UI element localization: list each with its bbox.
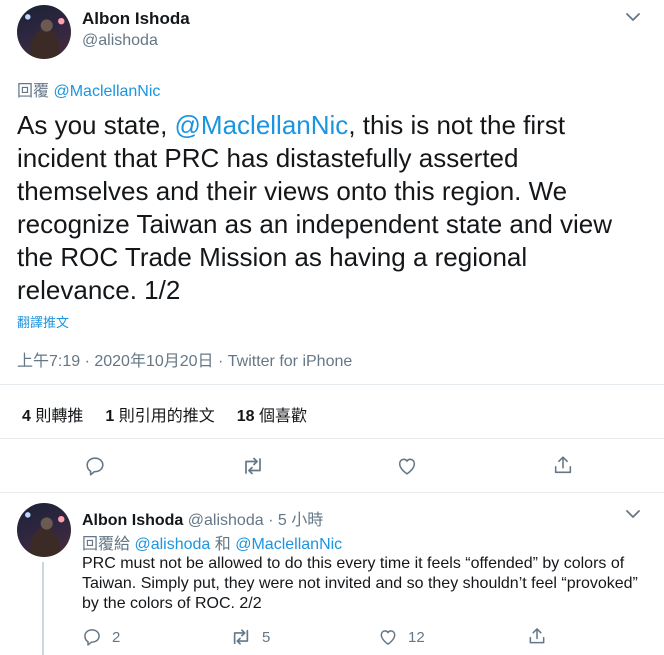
tweet-stats: 4 則轉推 1 則引用的推文 18 個喜歡 bbox=[22, 402, 307, 426]
tweet-text-start: As you state, bbox=[17, 110, 175, 140]
share-icon[interactable] bbox=[552, 454, 574, 476]
retweets-label: 則轉推 bbox=[35, 408, 84, 425]
main-avatar[interactable] bbox=[17, 5, 71, 59]
quotes-count: 1 bbox=[105, 408, 115, 425]
divider bbox=[0, 384, 664, 385]
chevron-down-icon[interactable] bbox=[624, 10, 642, 24]
likes-count: 12 bbox=[408, 628, 425, 646]
retweet-icon bbox=[230, 627, 252, 647]
chevron-down-icon[interactable] bbox=[624, 507, 642, 521]
mention-link[interactable]: @MaclellanNic bbox=[175, 110, 349, 140]
quotes-stat[interactable]: 1 則引用的推文 bbox=[105, 402, 214, 426]
reply-context: 回覆 @MaclellanNic bbox=[17, 77, 160, 101]
reply-conj: 和 bbox=[214, 536, 231, 553]
dot-separator: · bbox=[268, 512, 274, 529]
likes-stat[interactable]: 18 個喜歡 bbox=[237, 402, 307, 426]
reply-text: PRC must not be allowed to do this every… bbox=[82, 555, 638, 612]
divider bbox=[0, 492, 664, 493]
main-author-name[interactable]: Albon Ishoda bbox=[82, 9, 190, 29]
likes-count: 18 bbox=[236, 408, 255, 425]
tweet-text: As you state, @MaclellanNic, this is not… bbox=[17, 109, 647, 307]
reply-to-link[interactable]: @MaclellanNic bbox=[235, 536, 342, 553]
reply-header: Albon Ishoda @alishoda · 5 小時 bbox=[82, 506, 323, 530]
divider bbox=[0, 438, 664, 439]
reply-time[interactable]: 5 小時 bbox=[278, 512, 323, 529]
reply-to-link[interactable]: @alishoda bbox=[134, 536, 210, 553]
replies-count: 2 bbox=[112, 628, 121, 646]
main-author-handle[interactable]: @alishoda bbox=[82, 32, 158, 50]
reply-avatar[interactable] bbox=[17, 503, 71, 557]
share-icon[interactable] bbox=[527, 626, 547, 646]
like-action[interactable]: 12 bbox=[378, 627, 425, 647]
reply-prefix: 回覆 bbox=[17, 83, 50, 100]
like-icon[interactable] bbox=[396, 455, 418, 477]
reply-icon bbox=[82, 627, 102, 647]
reply-prefix: 回覆給 bbox=[82, 536, 131, 553]
reply-author-handle[interactable]: @alishoda bbox=[188, 512, 264, 529]
retweet-action[interactable]: 5 bbox=[230, 627, 270, 647]
reply-context: 回覆給 @alishoda 和 @MaclellanNic bbox=[82, 530, 342, 554]
reply-to-link[interactable]: @MaclellanNic bbox=[53, 83, 160, 100]
quotes-label: 則引用的推文 bbox=[118, 408, 215, 425]
thread-line bbox=[42, 562, 44, 655]
reply-icon[interactable] bbox=[84, 455, 106, 477]
like-icon bbox=[378, 627, 398, 647]
retweets-count: 4 bbox=[22, 408, 31, 425]
likes-label: 個喜歡 bbox=[259, 408, 308, 425]
translate-tweet-link[interactable]: 翻譯推文 bbox=[17, 312, 69, 331]
tweet-timestamp[interactable]: 上午7:19 · 2020年10月20日 · Twitter for iPhon… bbox=[17, 347, 352, 371]
reply-author-name[interactable]: Albon Ishoda bbox=[82, 512, 183, 529]
retweets-count: 5 bbox=[262, 628, 271, 646]
retweets-stat[interactable]: 4 則轉推 bbox=[22, 402, 83, 426]
retweet-icon[interactable] bbox=[241, 455, 265, 477]
reply-action[interactable]: 2 bbox=[82, 627, 120, 647]
